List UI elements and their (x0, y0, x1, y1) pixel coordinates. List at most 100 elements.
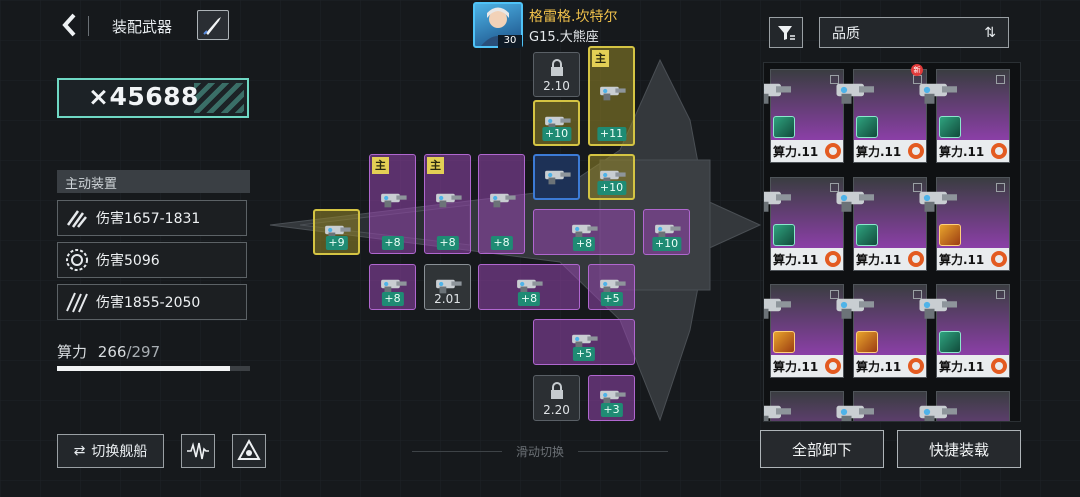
slot-level-badge: +10 (596, 181, 627, 195)
equipment-caption: 算力.11 (937, 248, 1009, 270)
burst-type-icon (773, 331, 795, 353)
compute-cost-label: 算力.11 (856, 144, 902, 159)
weapon-slot[interactable]: 主 +11 (588, 46, 635, 146)
compute-bar (57, 366, 250, 371)
slot-level-badge: +8 (490, 236, 513, 250)
page-title: 装配武器 (112, 18, 173, 36)
slot-unlock-value: 2.10 (543, 79, 570, 93)
waveform-button[interactable] (181, 434, 215, 468)
burst-type-icon (856, 331, 878, 353)
weapon-slot[interactable]: 主 +8 (424, 154, 471, 254)
compute-cost-label: 算力.11 (773, 144, 819, 159)
turret-equipment-icon (764, 191, 791, 212)
select-checkbox[interactable] (996, 75, 1005, 84)
slot-level-badge: +3 (600, 403, 623, 417)
weapon-slot[interactable]: +10 (588, 154, 635, 200)
switch-ship-label: 切换舰船 (91, 444, 148, 460)
turret-equipment-icon (919, 298, 957, 319)
waveform-icon (187, 442, 209, 460)
select-checkbox[interactable] (996, 290, 1005, 299)
stat-row-2[interactable]: 伤害5096 (57, 242, 247, 278)
slot-level-badge: +5 (600, 292, 623, 306)
pierce-type-icon (939, 116, 961, 138)
slot-level-badge: +11 (596, 127, 627, 141)
slot-level-badge: +8 (381, 236, 404, 250)
select-checkbox[interactable] (996, 183, 1005, 192)
equipment-caption: 算力.11 (937, 355, 1009, 377)
weapon-slot[interactable]: +5 (588, 264, 635, 310)
weapon-slot[interactable]: +10 (643, 209, 690, 255)
weapon-slot[interactable]: 2.20 (533, 375, 580, 421)
fleet-button[interactable] (232, 434, 266, 468)
inventory-card[interactable]: 算力.11 (919, 284, 1010, 378)
compute-cost-label: 算力.11 (939, 252, 985, 267)
unload-all-button[interactable]: 全部卸下 (760, 430, 884, 468)
turret-equipment-icon (919, 83, 957, 104)
pierce-type-icon (939, 331, 961, 353)
canister-weapon-icon (544, 170, 571, 185)
gear-icon (825, 358, 841, 374)
compute-cost-label: 算力.11 (939, 359, 985, 374)
gear-icon (825, 143, 841, 159)
turret-equipment-icon (764, 405, 791, 421)
weapon-slot[interactable]: +8 (369, 264, 416, 310)
blade-weapon-icon (599, 86, 626, 101)
compute-cost-label: 算力.11 (939, 144, 985, 159)
triple-slash-icon (66, 292, 88, 313)
header-separator (88, 16, 89, 36)
turret-equipment-icon (919, 405, 957, 421)
stat-row-1[interactable]: 伤害1657-1831 (57, 200, 247, 236)
slot-level-badge: +10 (651, 237, 682, 251)
combat-power-value: ×45688 (88, 82, 199, 111)
weapon-slot[interactable] (533, 154, 580, 200)
rocket-button[interactable] (197, 10, 229, 40)
quick-equip-button[interactable]: 快捷装载 (897, 430, 1021, 468)
weapon-slot[interactable]: +10 (533, 100, 580, 146)
swipe-hint: 滑动切换 (360, 440, 720, 462)
inventory-card[interactable]: 算力.11 (919, 177, 1010, 271)
sort-order-icon[interactable]: ⇅ (984, 25, 996, 41)
weapon-slot[interactable]: +8 (478, 154, 525, 254)
inventory-card[interactable]: 算力.11 (919, 69, 1010, 163)
main-weapon-tag: 主 (372, 157, 389, 174)
filter-button[interactable] (769, 17, 803, 48)
weapon-slot[interactable]: +3 (588, 375, 635, 421)
weapon-slot[interactable]: +8 (478, 264, 580, 310)
slot-level-badge: +9 (325, 236, 348, 250)
equipment-caption: 算力.11 (771, 355, 843, 377)
filter-funnel-icon (778, 26, 795, 40)
pierce-type-icon (773, 224, 795, 246)
switch-ship-button[interactable]: ⇄ 切换舰船 (57, 434, 164, 468)
swipe-hint-text: 滑动切换 (515, 444, 564, 459)
gear-icon (908, 358, 924, 374)
turret-equipment-icon (836, 83, 874, 104)
weapon-slot[interactable]: 2.10 (533, 52, 580, 97)
compute-title: 算力 (57, 343, 88, 361)
sort-dropdown[interactable]: 品质 ⇅ (819, 17, 1009, 48)
swipe-line-left (411, 450, 502, 452)
compute-cost-label: 算力.11 (856, 252, 902, 267)
captain-name: 格雷格.坎特尔 (529, 9, 618, 25)
gear-icon (991, 358, 1007, 374)
ship-name: G15.大熊座 (529, 30, 599, 45)
weapon-slot[interactable]: +5 (533, 319, 635, 365)
stat-row-3[interactable]: 伤害1855-2050 (57, 284, 247, 320)
weapon-slot[interactable]: 主 +8 (369, 154, 416, 254)
inventory-card-partial[interactable] (919, 391, 1010, 421)
swap-arrows-icon: ⇄ (73, 443, 86, 459)
equipment-caption: 算力.11 (771, 248, 843, 270)
compute-current: 266 (97, 343, 127, 361)
back-arrow-icon[interactable] (58, 10, 82, 40)
weapon-slot[interactable]: +8 (533, 209, 635, 255)
equipment-caption: 算力.11 (937, 140, 1009, 162)
compute-cost-label: 算力.11 (773, 252, 819, 267)
weapon-slot[interactable]: +9 (313, 209, 360, 255)
weapon-slot[interactable]: 2.01 (424, 264, 471, 310)
sort-label: 品质 (832, 25, 860, 42)
equipment-caption: 算力.11 (854, 140, 926, 162)
swipe-line-right (578, 450, 668, 452)
rocket-icon (203, 17, 221, 35)
turret-weapon-icon (380, 193, 407, 208)
gear-icon (908, 251, 924, 267)
target-ring-icon (66, 249, 88, 271)
